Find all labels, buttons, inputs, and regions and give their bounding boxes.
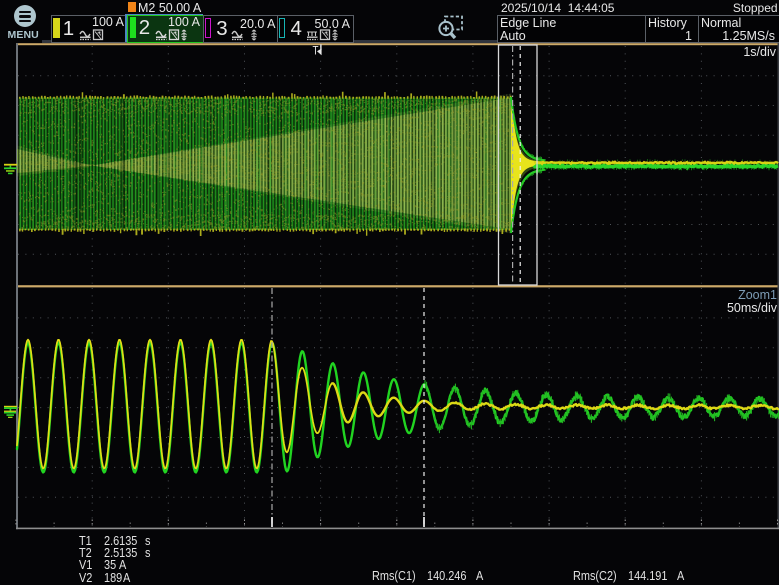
svg-text:T: T xyxy=(313,43,320,57)
